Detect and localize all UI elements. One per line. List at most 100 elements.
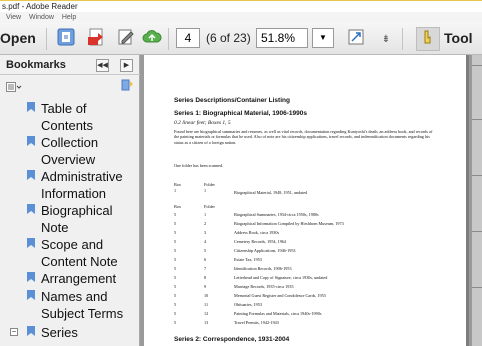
row-folder: 9 (204, 284, 207, 289)
bookmark-label: Administrative Information (41, 169, 123, 201)
table-row: 5 6 Estate Tax, 1953 (174, 257, 464, 263)
chevron-down-icon: ▼ (319, 33, 327, 42)
zoom-dropdown[interactable]: ▼ (312, 28, 334, 48)
table-row: 5 11 Obituaries, 1953 (174, 302, 464, 308)
document-page: Series Descriptions/Container Listing Se… (144, 55, 466, 346)
menu-help[interactable]: Help (62, 14, 76, 21)
row-folder: 7 (204, 266, 207, 271)
bookmark-icon (27, 272, 35, 282)
bookmark-label: Biographical Note (41, 203, 113, 235)
expand-panel-button[interactable]: ▶ (120, 59, 133, 72)
series-1-title: Series 1: Biographical Material, 1906-19… (174, 110, 307, 117)
row-title: Obituaries, 1953 (234, 302, 262, 307)
row-box: 5 (174, 221, 177, 226)
menu-bar: View Window Help (0, 12, 482, 23)
row-title: Painting Formulas and Materials, circa 1… (234, 311, 322, 316)
row-folder: 8 (204, 275, 207, 280)
open-button[interactable]: Open (0, 30, 36, 46)
bookmark-add-icon (120, 78, 134, 95)
share-button[interactable] (140, 27, 164, 51)
row-box: 5 (174, 284, 177, 289)
table-row: 5 10 Memorial Guest Register and Condolenc… (174, 293, 464, 299)
export-icon (86, 27, 106, 52)
new-bookmark-button[interactable] (120, 78, 134, 91)
row-folder: 5 (204, 248, 207, 253)
create-pdf-button[interactable] (54, 27, 78, 51)
row-title: Citizenship Applications, 1946-1953 (234, 248, 296, 253)
row-title: Biographical Material, 1948, 1951, undat… (234, 190, 308, 195)
export-pdf-button[interactable] (84, 27, 108, 51)
bookmark-icon (27, 290, 35, 300)
divider (472, 175, 482, 176)
table-row: 5 8 Letterhead and Copy of Signature, circ… (174, 275, 464, 281)
page-shadow (466, 55, 469, 346)
bookmark-label: Series (41, 325, 78, 340)
bookmarks-title: Bookmarks (6, 59, 66, 71)
table-row: 5 3 Address Book, circa 1930s (174, 230, 464, 236)
collapse-panel-button[interactable]: ◀◀ (96, 59, 109, 72)
row-folder: 2 (204, 221, 207, 226)
col-box-header: Box (174, 204, 181, 209)
row-title: Cemetery Records, 1954, 1964 (234, 239, 286, 244)
row-box: 5 (174, 275, 177, 280)
prev-icon: ◀◀ (97, 62, 108, 69)
series-1-description: Found here are biographical summaries an… (174, 129, 433, 145)
sign-button[interactable] (114, 27, 138, 51)
bookmark-icon (27, 204, 35, 214)
bookmark-icon (27, 102, 35, 112)
series-1-extent: 0.2 linear feet; Boxes 1, 5 (174, 120, 231, 126)
page-heading: Series Descriptions/Container Listing (174, 97, 290, 104)
toolbar-options-button[interactable]: ⇟ (374, 27, 398, 51)
row-title: Address Book, circa 1930s (234, 230, 280, 235)
menu-window[interactable]: Window (29, 14, 54, 21)
toolbar-separator (46, 28, 47, 50)
table-row: 5 4 Cemetery Records, 1954, 1964 (174, 239, 464, 245)
row-folder: 6 (204, 257, 207, 262)
col-box-header: Box (174, 182, 181, 187)
bookmark-label: Arrangement (41, 271, 117, 286)
bookmarks-toolbar (0, 76, 140, 92)
window-title: s.pdf - Adobe Reader (0, 0, 482, 12)
zoom-input[interactable]: 51.8% (256, 28, 308, 48)
bookmarks-panel: Bookmarks ◀◀ ▶ Table of Contents Collect… (0, 55, 140, 346)
row-box: 5 (174, 302, 177, 307)
bookmark-icon (27, 170, 35, 180)
row-folder: 4 (204, 239, 207, 244)
row-title: Biographical Summaries, 1934-circa 1950s… (234, 212, 319, 217)
menu-view[interactable]: View (6, 14, 21, 21)
next-icon: ▶ (123, 62, 130, 69)
row-box: 5 (174, 257, 177, 262)
toolbar: Open 4 (6 of 23) 51.8% ▼ ⇟ Tool (0, 23, 482, 55)
bookmark-icon (27, 136, 35, 146)
table-row: 5 1 Biographical Summaries, 1934-circa 195… (174, 212, 464, 218)
row-box: 5 (174, 320, 177, 325)
toolbar-separator (168, 28, 169, 50)
table-row: 5 7 Identification Records, 1906-1953 (174, 266, 464, 272)
row-folder: 11 (204, 302, 209, 307)
table-row: 5 5 Citizenship Applications, 1946-1953 (174, 248, 464, 254)
row-box: 5 (174, 239, 177, 244)
page-number-input[interactable]: 4 (176, 28, 200, 48)
fit-page-button[interactable] (344, 27, 368, 51)
row-box: 5 (174, 212, 177, 217)
table-row: 5 13 Travel Permits, 1942-1943 (174, 320, 464, 326)
scanned-note: One folder has been scanned. (174, 163, 224, 168)
row-folder: 12 (204, 311, 209, 316)
row-title: Travel Permits, 1942-1943 (234, 320, 279, 325)
bookmark-label: Table of Contents (41, 101, 94, 133)
divider (472, 231, 482, 232)
divider (472, 119, 482, 120)
collapse-toggle[interactable]: − (10, 328, 18, 336)
row-title: Marriage Records, 1935-circa 1935 (234, 284, 294, 289)
toolbar-separator (402, 28, 403, 50)
highlight-button[interactable] (416, 27, 440, 51)
sign-icon (116, 27, 136, 52)
divider (472, 287, 482, 288)
row-folder: 10 (204, 293, 209, 298)
row-box: 5 (174, 311, 177, 316)
row-box: 5 (174, 266, 177, 271)
document-viewport[interactable]: Series Descriptions/Container Listing Se… (140, 55, 482, 346)
bookmark-label: Names and Subject Terms (41, 289, 124, 321)
tools-button[interactable]: Tool (444, 30, 473, 46)
bookmark-options-button[interactable] (6, 79, 22, 92)
